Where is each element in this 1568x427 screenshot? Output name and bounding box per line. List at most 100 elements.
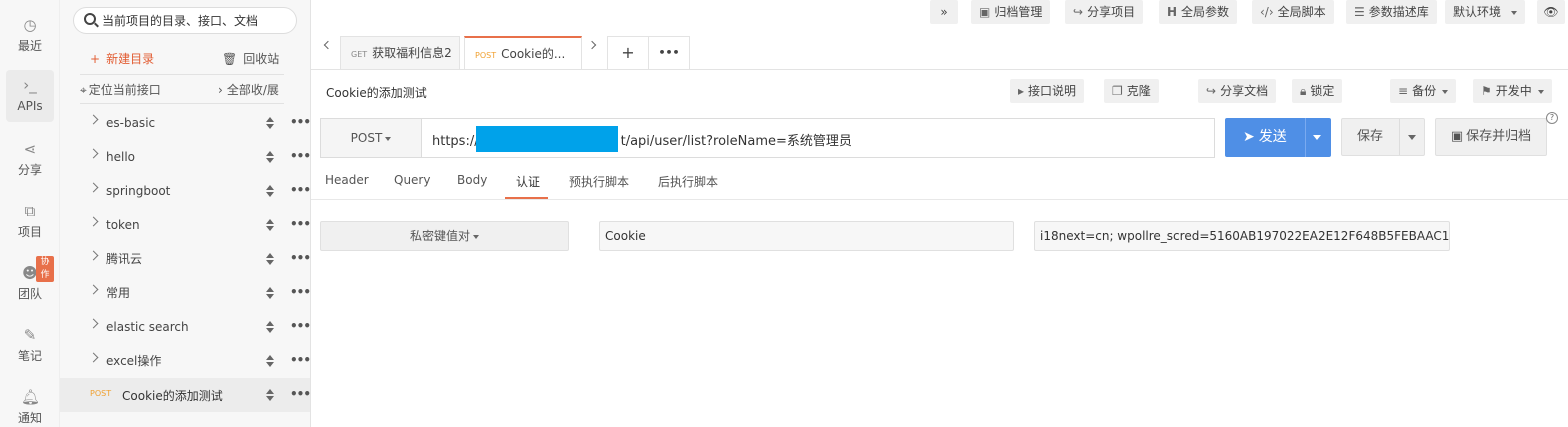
folder-row[interactable]: excel操作 ••• <box>60 344 311 378</box>
trash-icon: 🗑︎ <box>222 52 238 66</box>
caret-down-icon[interactable] <box>1408 135 1416 140</box>
caret-down-icon[interactable] <box>1313 135 1321 140</box>
rail-apis[interactable]: ›_ APIs <box>6 70 54 122</box>
sort-handle-icon[interactable] <box>266 151 274 165</box>
tab-scroll-left-icon[interactable] <box>323 40 333 50</box>
copy-icon: ❐ <box>1112 84 1123 98</box>
chevron-right-icon <box>88 182 99 193</box>
tab-cookie-test[interactable]: POST Cookie的... <box>464 36 582 70</box>
global-scripts-label: 全局脚本 <box>1277 5 1326 19</box>
tab-scroll-right-icon[interactable] <box>587 40 597 50</box>
share-arrow-icon: ↪ <box>1073 5 1084 19</box>
more-icon[interactable]: ••• <box>290 115 311 129</box>
more-icon[interactable]: ••• <box>290 251 311 265</box>
tab-post-script[interactable]: 后执行脚本 <box>658 173 718 190</box>
sort-handle-icon[interactable] <box>266 253 274 267</box>
note-icon: ✎ <box>23 326 37 344</box>
sort-handle-icon[interactable] <box>266 117 274 131</box>
folder-row[interactable]: springboot ••• <box>60 174 311 208</box>
caret-down-icon <box>1511 10 1518 15</box>
view-toggle-button[interactable]: 👁︎ <box>1537 0 1565 24</box>
folder-row[interactable]: 常用 ••• <box>60 276 311 310</box>
more-icon[interactable]: ••• <box>290 285 311 299</box>
folder-row[interactable]: es-basic ••• <box>60 106 311 140</box>
more-icon[interactable]: ••• <box>290 319 311 333</box>
search-input[interactable] <box>102 12 292 30</box>
sort-handle-icon[interactable] <box>266 389 274 403</box>
auth-key-field[interactable]: Cookie <box>599 221 1014 251</box>
rail-recent[interactable]: ◷ 最近 <box>6 10 54 60</box>
tab-query[interactable]: Query <box>394 173 430 187</box>
clone-button[interactable]: ❐ 克隆 <box>1104 79 1159 103</box>
folder-row[interactable]: 腾讯云 ••• <box>60 242 311 276</box>
auth-type-select[interactable]: 私密键值对 <box>320 221 569 251</box>
rail-share[interactable]: ⋖ 分享 <box>6 134 54 184</box>
locate-current-button[interactable]: ⌖ 定位当前接口 <box>80 82 161 98</box>
tab-auth[interactable]: 认证 <box>516 173 540 190</box>
divider <box>1399 119 1400 155</box>
global-scripts-button[interactable]: ‹/› 全局脚本 <box>1252 0 1334 24</box>
environment-select[interactable]: 默认环境 <box>1445 0 1526 24</box>
api-doc-button[interactable]: ▸ 接口说明 <box>1010 79 1085 103</box>
sort-handle-icon[interactable] <box>266 355 274 369</box>
global-params-button[interactable]: H 全局参数 <box>1159 0 1238 24</box>
caret-down-icon <box>385 136 392 141</box>
folder-name: springboot <box>106 184 171 198</box>
param-library-button[interactable]: ☰ 参数描述库 <box>1346 0 1437 24</box>
folder-row[interactable]: hello ••• <box>60 140 311 174</box>
rail-team[interactable]: ☻ 协作 团队 <box>6 256 54 308</box>
tab-more-button[interactable]: ••• <box>648 36 690 70</box>
rail-notes[interactable]: ✎ 笔记 <box>6 320 54 370</box>
project-icon: ⧉ <box>24 202 36 220</box>
tab-header[interactable]: Header <box>325 173 369 187</box>
share-doc-button[interactable]: ↪ 分享文档 <box>1198 79 1277 103</box>
caret-down-icon <box>1442 89 1449 94</box>
method-select[interactable]: POST <box>320 118 422 158</box>
new-folder-button[interactable]: + 新建目录 <box>90 51 154 67</box>
sort-handle-icon[interactable] <box>266 287 274 301</box>
send-label-group: ➤ 发送 <box>1243 118 1287 157</box>
share-project-button[interactable]: ↪ 分享项目 <box>1065 0 1144 24</box>
lock-button[interactable]: 🔒︎ 锁定 <box>1292 79 1343 103</box>
more-icon[interactable]: ••• <box>290 183 311 197</box>
folder-row[interactable]: elastic search ••• <box>60 310 311 344</box>
folder-row[interactable]: token ••• <box>60 208 311 242</box>
tab-get-welfare[interactable]: GET 获取福利信息2 <box>340 36 460 70</box>
rail-label: 项目 <box>17 225 42 239</box>
pin-icon: ⌖ <box>80 83 87 97</box>
auth-value-field[interactable]: i18next=cn; wpollre_scred=5160AB197022EA… <box>1034 221 1450 251</box>
sort-handle-icon[interactable] <box>266 219 274 233</box>
backup-button[interactable]: ≡ 备份 <box>1390 79 1457 103</box>
sort-handle-icon[interactable] <box>266 321 274 335</box>
status-select[interactable]: ⚑ 开发中 <box>1473 79 1552 103</box>
more-icon[interactable]: ••• <box>290 387 311 401</box>
save-label: 保存 <box>1357 129 1384 144</box>
chevron-right-icon: › <box>218 83 223 97</box>
save-and-archive-button[interactable]: ▣ 保存并归档 <box>1435 118 1547 156</box>
divider <box>311 69 1568 70</box>
expand-toolbar-button[interactable]: » <box>930 0 958 24</box>
archive-management-button[interactable]: ▣ 归档管理 <box>971 0 1051 24</box>
more-icon[interactable]: ••• <box>290 353 311 367</box>
divider <box>311 199 1568 200</box>
sort-handle-icon[interactable] <box>266 185 274 199</box>
rail-notify[interactable]: 🔔︎ 通知 <box>6 382 54 427</box>
new-tab-button[interactable]: + <box>607 36 649 70</box>
collapse-all-button[interactable]: › 全部收/展 <box>218 82 279 98</box>
rail-project[interactable]: ⧉ 项目 <box>6 196 54 246</box>
send-button[interactable]: ➤ 发送 <box>1225 118 1331 157</box>
recycle-bin-button[interactable]: 🗑︎ 回收站 <box>222 51 279 67</box>
tree-search[interactable] <box>73 7 297 34</box>
share-icon: ⋖ <box>23 140 37 158</box>
api-row-selected[interactable]: POST Cookie的添加测试 ••• <box>60 378 311 412</box>
tab-pre-script[interactable]: 预执行脚本 <box>569 173 629 190</box>
more-icon[interactable]: ••• <box>290 217 311 231</box>
more-icon[interactable]: ••• <box>290 149 311 163</box>
help-icon[interactable]: ? <box>1546 112 1558 124</box>
chevron-right-icon <box>88 114 99 125</box>
url-input[interactable]: https:// t/api/user/list?roleName=系统管理员 <box>421 118 1215 158</box>
save-button[interactable]: 保存 <box>1341 118 1425 156</box>
divider <box>80 103 284 104</box>
tab-body[interactable]: Body <box>457 173 487 187</box>
rail-label: 分享 <box>17 163 42 177</box>
